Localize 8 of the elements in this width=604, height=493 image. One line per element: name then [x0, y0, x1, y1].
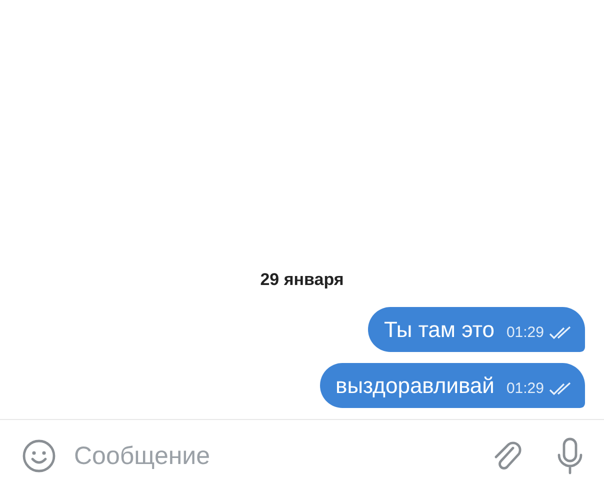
message-time: 01:29 — [506, 380, 544, 397]
message-input[interactable]: Сообщение — [74, 442, 492, 470]
emoji-icon[interactable] — [22, 439, 56, 473]
message-time: 01:29 — [506, 324, 544, 341]
date-separator: 29 января — [260, 270, 344, 290]
microphone-icon[interactable] — [556, 437, 584, 475]
message-text: Ты там это — [384, 316, 494, 342]
message-text: выздоравливай — [336, 372, 494, 398]
